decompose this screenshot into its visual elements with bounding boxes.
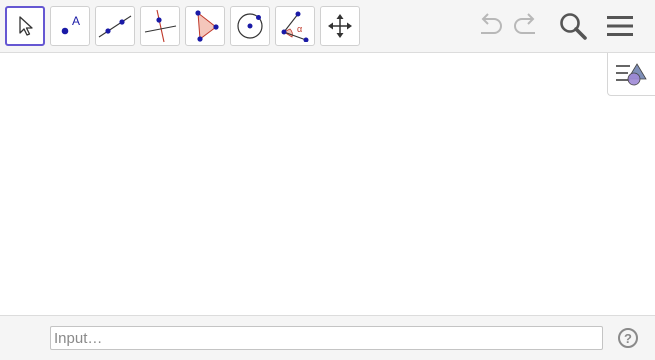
polygon-icon [195, 10, 219, 42]
circle-center-point-icon [237, 13, 263, 39]
angle-icon: α [281, 11, 309, 42]
line-through-two-points-icon [98, 15, 132, 38]
move-tool-button[interactable] [5, 6, 45, 46]
hamburger-menu-icon [607, 16, 633, 36]
move-graphics-view-tool-button[interactable] [320, 6, 360, 46]
line-tool-button[interactable] [95, 6, 135, 46]
help-icon: ? [624, 330, 632, 346]
help-button[interactable]: ? [618, 328, 638, 348]
input-bar: ? [0, 315, 655, 360]
point-icon: A [61, 14, 80, 35]
redo-button[interactable] [509, 9, 543, 43]
angle-tool-button[interactable]: α [275, 6, 315, 46]
point-tool-button[interactable]: A [50, 6, 90, 46]
perpendicular-line-icon [144, 9, 177, 43]
search-button[interactable] [556, 9, 590, 43]
angle-label: α [297, 24, 302, 34]
toolbar: A α [0, 0, 655, 53]
polygon-tool-button[interactable] [185, 6, 225, 46]
style-bar-toggle-icon [615, 63, 647, 86]
move-arrows-icon [328, 14, 352, 38]
circle-tool-button[interactable] [230, 6, 270, 46]
undo-button[interactable] [473, 9, 507, 43]
algebra-input-field[interactable] [50, 326, 603, 350]
main-menu-button[interactable] [603, 9, 637, 43]
undo-icon [481, 13, 502, 34]
redo-icon [514, 13, 535, 34]
point-label: A [72, 14, 80, 28]
style-bar-toggle-button[interactable] [607, 53, 655, 96]
search-icon [560, 13, 587, 40]
cursor-arrow-icon [19, 16, 33, 36]
perpendicular-line-tool-button[interactable] [140, 6, 180, 46]
graphics-view[interactable] [0, 53, 655, 315]
